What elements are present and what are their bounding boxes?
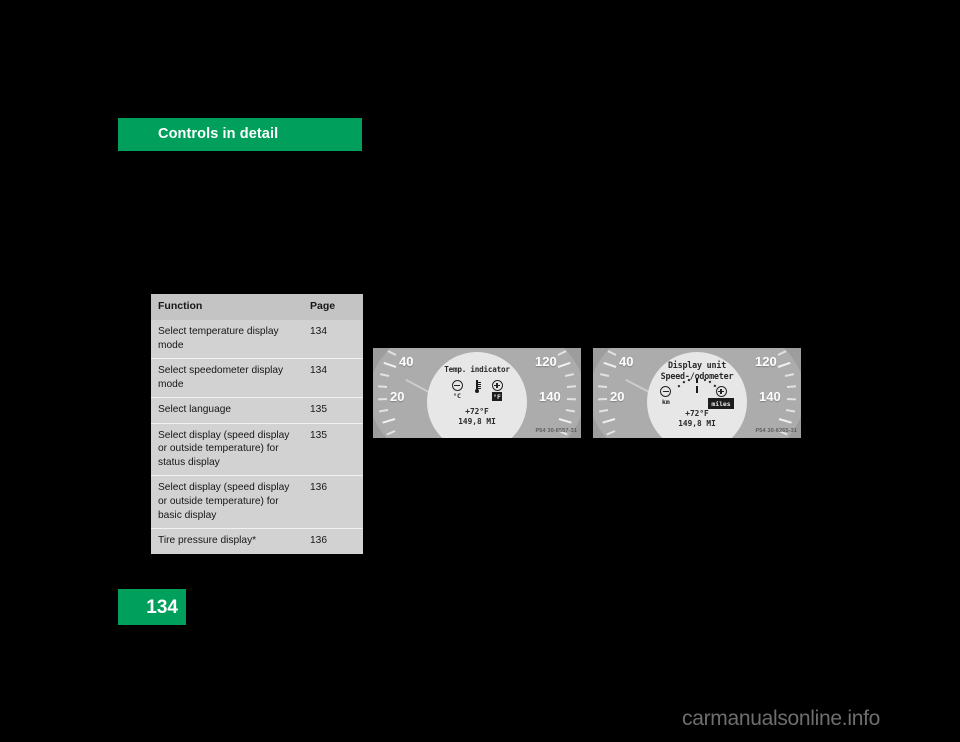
celsius-option[interactable]: °C — [451, 380, 463, 400]
dial-minor-tick — [607, 350, 617, 357]
figure-reference-code: P54 30-6557-31 — [535, 428, 577, 434]
section-header-bar: Controls in detail — [118, 118, 362, 151]
plus-circle-icon — [715, 386, 727, 397]
thermometer-icon — [474, 380, 481, 395]
dial-number-20: 20 — [610, 389, 625, 404]
dial-minor-tick — [557, 350, 567, 357]
dial-minor-tick — [566, 397, 576, 400]
dial-major-tick — [381, 418, 395, 425]
cell-function: Select language — [151, 397, 303, 424]
cell-function: Select temperature display mode — [151, 319, 303, 360]
dial-minor-tick — [387, 350, 397, 357]
odometer-value: 149,8 MI — [678, 418, 716, 428]
miles-option[interactable]: miles — [706, 386, 736, 411]
fahrenheit-option[interactable]: °F — [491, 380, 503, 401]
outside-temperature-value: +72°F — [465, 407, 489, 416]
temperature-unit-icon-row: °C °F — [427, 380, 527, 401]
dial-minor-tick — [385, 430, 395, 436]
instrument-cluster-illustration: 40 20 120 140 Display unit Speed-/odomet… — [593, 348, 801, 438]
display-menu-title: Display unit — [667, 360, 727, 370]
column-header-page: Page — [303, 294, 363, 320]
dial-minor-tick — [785, 408, 795, 413]
table-row: Select language 135 — [151, 397, 363, 424]
miles-label-selected: miles — [706, 396, 736, 411]
table-row: Select display (speed display or outside… — [151, 423, 363, 477]
odometer-value: 149,8 MI — [458, 416, 496, 426]
minus-circle-icon — [451, 380, 463, 391]
dial-minor-tick — [605, 430, 615, 436]
dial-minor-tick — [379, 408, 389, 413]
dial-number-140: 140 — [539, 389, 561, 404]
figure-temperature-indicator: 40 20 120 140 Temp. indicator °C °F +72°… — [373, 348, 581, 438]
table-row: Select speedometer display mode 134 — [151, 358, 363, 399]
dial-minor-tick — [564, 373, 575, 378]
dial-minor-tick — [786, 385, 796, 389]
table-row: Select temperature display mode 134 — [151, 319, 363, 360]
dial-number-20: 20 — [390, 389, 405, 404]
minus-circle-icon — [660, 386, 672, 397]
plus-circle-icon — [491, 380, 503, 391]
dial-minor-tick — [777, 350, 787, 357]
cell-page: 134 — [303, 319, 363, 360]
cell-page: 136 — [310, 535, 327, 547]
kilometers-label: km — [662, 398, 670, 406]
page-number-box: 134 — [118, 589, 186, 625]
dial-minor-tick — [598, 385, 608, 389]
page-title: Controls in detail — [158, 126, 279, 142]
kilometers-option[interactable]: km — [660, 386, 672, 406]
dial-major-tick — [779, 418, 793, 425]
thermometer-indicator — [474, 380, 481, 395]
dial-minor-tick — [378, 397, 388, 400]
cell-page: 135 — [303, 397, 363, 424]
outside-temperature-value: +72°F — [685, 409, 709, 418]
cell-function: Select speedometer display mode — [151, 358, 303, 399]
cell-page: 134 — [303, 358, 363, 399]
display-menu-title: Temp. indicator — [444, 365, 510, 374]
table-header-row: Function Page — [151, 294, 363, 320]
odometer-readout: +72°F 149,8 MI — [427, 407, 527, 426]
dial-minor-tick — [598, 397, 608, 400]
dial-minor-tick — [379, 373, 390, 378]
cell-page: 135 — [303, 423, 363, 477]
fahrenheit-label-selected: °F — [491, 392, 503, 401]
cell-page: 136 — [303, 475, 363, 530]
column-header-function: Function — [151, 294, 303, 320]
table-row: Select display (speed display or outside… — [151, 475, 363, 530]
watermark: carmanualsonline.info — [682, 707, 880, 730]
dial-minor-tick — [566, 385, 576, 389]
dial-minor-tick — [786, 397, 796, 400]
odometer-readout: +72°F 149,8 MI — [647, 409, 747, 428]
function-page-table: Function Page Select temperature display… — [151, 294, 363, 554]
cell-function: Select display (speed display or outside… — [151, 475, 303, 530]
cell-function: Select display (speed display or outside… — [151, 423, 303, 477]
dial-major-tick — [559, 418, 573, 425]
display-menu-subtitle: Speed-/odometer — [660, 371, 734, 381]
table-row: Tire pressure display* 136 — [151, 528, 363, 554]
figure-display-unit: 40 20 120 140 Display unit Speed-/odomet… — [593, 348, 801, 438]
dial-minor-tick — [599, 408, 609, 413]
celsius-label: °C — [453, 392, 461, 400]
dial-number-140: 140 — [759, 389, 781, 404]
display-unit-icon-row: km miles — [647, 386, 747, 411]
page-number: 134 — [146, 597, 178, 618]
dial-minor-tick — [378, 385, 388, 389]
dial-major-tick — [601, 418, 615, 425]
cell-function: Tire pressure display* — [158, 535, 257, 547]
figure-reference-code: P54 30-6265-31 — [755, 428, 797, 434]
dial-minor-tick — [565, 408, 575, 413]
instrument-cluster-illustration: 40 20 120 140 Temp. indicator °C °F +72°… — [373, 348, 581, 438]
